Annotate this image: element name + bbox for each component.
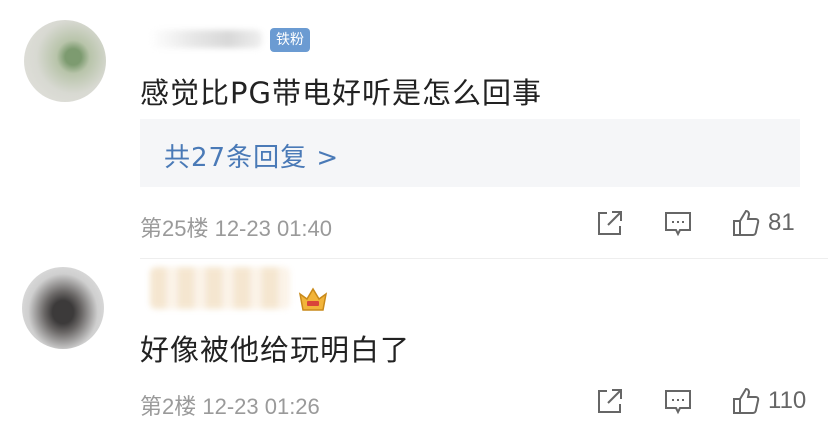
share-icon[interactable]	[594, 385, 626, 417]
comment-icon[interactable]	[662, 207, 694, 239]
share-icon[interactable]	[594, 207, 626, 239]
comment-text: 好像被他给玩明白了	[140, 333, 411, 367]
thumbs-up-icon[interactable]	[730, 207, 762, 239]
avatar[interactable]	[22, 267, 104, 349]
replies-link[interactable]: 共27条回复 >	[164, 137, 339, 174]
thumbs-up-icon[interactable]	[730, 385, 762, 417]
username-blurred[interactable]	[150, 267, 290, 309]
replies-panel[interactable]: 共27条回复 >	[140, 119, 800, 187]
username-blurred[interactable]	[150, 30, 262, 48]
fan-badge: 铁粉	[270, 28, 310, 52]
action-bar: 81	[0, 203, 828, 243]
comment-icon[interactable]	[662, 385, 694, 417]
like-count: 81	[768, 209, 795, 236]
action-bar: 110	[0, 381, 828, 421]
comment-item: 铁粉 感觉比PG带电好听是怎么回事 共27条回复 > 第25楼 12-23 01…	[0, 0, 828, 258]
like-count: 110	[768, 387, 807, 414]
comment-text: 感觉比PG带电好听是怎么回事	[140, 76, 542, 110]
comment-item: 好像被他给玩明白了 第2楼 12-23 01:26 110	[0, 259, 828, 420]
avatar[interactable]	[24, 20, 106, 102]
crown-icon	[298, 287, 328, 311]
